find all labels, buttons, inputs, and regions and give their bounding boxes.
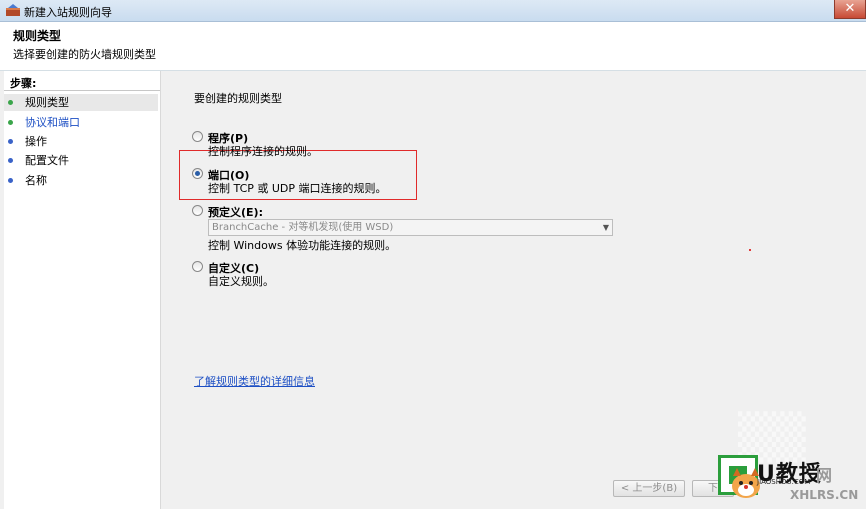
close-button[interactable]: ✕ bbox=[834, 0, 866, 19]
chevron-down-icon: ▼ bbox=[602, 223, 609, 232]
select-value: BranchCache - 对等机发现(使用 WSD) bbox=[212, 222, 394, 233]
firewall-icon bbox=[6, 4, 20, 16]
option-description: 控制 TCP 或 UDP 端口连接的规则。 bbox=[208, 182, 387, 195]
sidebar-item-label: 名称 bbox=[25, 174, 47, 187]
predefined-select[interactable]: BranchCache - 对等机发现(使用 WSD) ▼ bbox=[208, 219, 613, 236]
page-title: 规则类型 bbox=[13, 29, 62, 43]
back-button[interactable]: < 上一步(B) bbox=[613, 480, 685, 497]
step-dot-icon bbox=[8, 178, 13, 183]
sidebar-item-label: 配置文件 bbox=[25, 154, 69, 167]
sidebar-item-label: 协议和端口 bbox=[25, 116, 80, 129]
sidebar-item-action[interactable]: 操作 bbox=[4, 133, 158, 150]
option-label: 预定义(E): bbox=[208, 206, 263, 219]
step-dot-icon bbox=[8, 100, 13, 105]
radio-port[interactable] bbox=[192, 168, 203, 179]
learn-more-link[interactable]: 了解规则类型的详细信息 bbox=[194, 373, 315, 389]
steps-sidebar: 步骤: 规则类型 协议和端口 操作 配置文件 名称 bbox=[4, 71, 161, 509]
watermark-net: 网 bbox=[816, 466, 833, 485]
title-bar: 新建入站规则向导 ✕ bbox=[0, 0, 866, 22]
window-title: 新建入站规则向导 bbox=[24, 6, 112, 19]
option-description: 控制程序连接的规则。 bbox=[208, 145, 318, 158]
option-description: 控制 Windows 体验功能连接的规则。 bbox=[208, 239, 397, 252]
radio-custom[interactable] bbox=[192, 261, 203, 272]
watermark-pinyin: JIAOSHOU.COM bbox=[757, 478, 811, 486]
step-dot-icon bbox=[8, 158, 13, 163]
radio-program[interactable] bbox=[192, 131, 203, 142]
step-dot-icon bbox=[8, 139, 13, 144]
sidebar-item-label: 操作 bbox=[25, 135, 47, 148]
sidebar-item-protocol-port[interactable]: 协议和端口 bbox=[4, 114, 158, 131]
wizard-header: 规则类型 选择要创建的防火墙规则类型 bbox=[0, 22, 866, 71]
sidebar-item-name[interactable]: 名称 bbox=[4, 172, 158, 189]
radio-predefined[interactable] bbox=[192, 205, 203, 216]
artifact-dot bbox=[749, 249, 751, 251]
steps-title: 步骤: bbox=[10, 77, 37, 90]
sidebar-item-profile[interactable]: 配置文件 bbox=[4, 152, 158, 169]
step-dot-icon bbox=[8, 120, 13, 125]
page-subtitle: 选择要创建的防火墙规则类型 bbox=[13, 48, 156, 61]
watermark-site: XHLRS.CN bbox=[790, 488, 859, 502]
sidebar-item-label: 规则类型 bbox=[25, 96, 69, 109]
divider bbox=[4, 90, 160, 91]
option-description: 自定义规则。 bbox=[208, 275, 274, 288]
sidebar-item-rule-type[interactable]: 规则类型 bbox=[4, 94, 158, 111]
rule-type-prompt: 要创建的规则类型 bbox=[194, 92, 282, 105]
